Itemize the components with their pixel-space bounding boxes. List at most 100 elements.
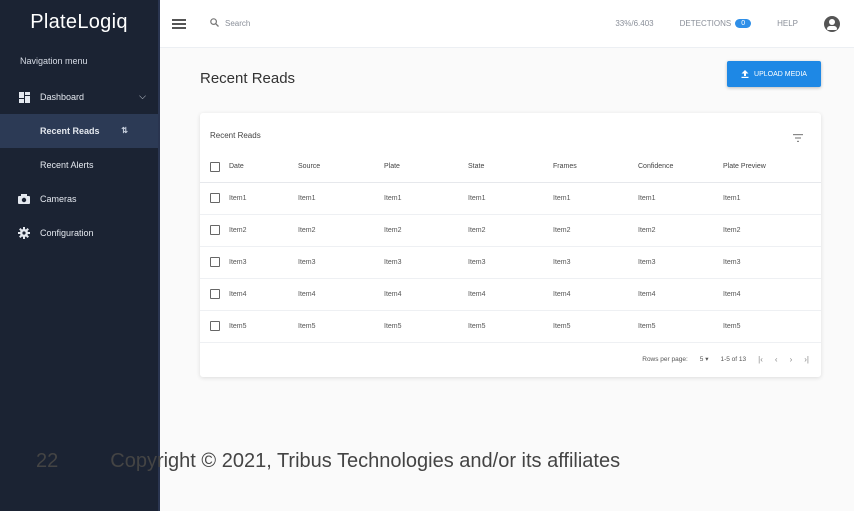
prev-page-icon[interactable]: ‹ bbox=[775, 355, 778, 364]
table-cell: Item2 bbox=[384, 214, 468, 247]
next-page-icon[interactable]: › bbox=[790, 355, 793, 364]
upload-icon bbox=[741, 70, 749, 78]
table-cell: Item1 bbox=[723, 182, 821, 215]
sidebar-item-configuration[interactable]: Configuration bbox=[0, 216, 158, 250]
header-frames[interactable]: Frames bbox=[553, 152, 638, 183]
table-cell: Item4 bbox=[723, 278, 821, 311]
sidebar-item-label: Configuration bbox=[40, 228, 94, 238]
card-title: Recent Reads bbox=[210, 131, 261, 140]
topbar: Search 33%/6.403 DETECTIONS 0 HELP bbox=[160, 0, 854, 48]
table-cell: Item3 bbox=[723, 246, 821, 279]
topbar-actions: 33%/6.403 DETECTIONS 0 HELP bbox=[615, 15, 854, 32]
search-input[interactable]: Search bbox=[225, 19, 250, 28]
table-cell: Item5 bbox=[468, 310, 553, 343]
row-checkbox[interactable] bbox=[210, 193, 220, 203]
table-row[interactable]: Item5 Item5 Item5 Item5 Item5 Item5 Item5 bbox=[200, 310, 821, 343]
row-checkbox[interactable] bbox=[210, 225, 220, 235]
table-cell: Item4 bbox=[200, 278, 298, 311]
table-cell: Item3 bbox=[638, 246, 723, 279]
table-cell: Item2 bbox=[638, 214, 723, 247]
menu-icon[interactable] bbox=[172, 17, 186, 31]
copyright-text: Copyright © 2021, Tribus Technologies an… bbox=[110, 450, 621, 472]
last-page-icon[interactable]: ›| bbox=[804, 355, 809, 364]
page-range: 1-5 of 13 bbox=[720, 355, 747, 363]
table-row[interactable]: Item3 Item3 Item3 Item3 Item3 Item3 Item3 bbox=[200, 246, 821, 279]
table-cell: Item2 bbox=[298, 214, 384, 247]
table-cell: Item4 bbox=[638, 278, 723, 311]
table-cell: Item4 bbox=[468, 278, 553, 311]
detections-button[interactable]: DETECTIONS 0 bbox=[680, 19, 752, 28]
gear-icon bbox=[18, 227, 30, 239]
row-checkbox[interactable] bbox=[210, 257, 220, 267]
sidebar-item-dashboard[interactable]: Dashboard ⌵ bbox=[0, 80, 158, 114]
account-icon[interactable] bbox=[824, 15, 840, 32]
header-plate[interactable]: Plate bbox=[384, 152, 468, 183]
table-cell: Item1 bbox=[384, 182, 468, 215]
recent-reads-card: Recent Reads Date Source Plate State Fra… bbox=[200, 113, 821, 377]
table-cell: Item1 bbox=[468, 182, 553, 215]
table-row[interactable]: Item2 Item2 Item2 Item2 Item2 Item2 Item2 bbox=[200, 214, 821, 247]
table-cell: Item2 bbox=[200, 214, 298, 247]
upload-label: UPLOAD MEDIA bbox=[754, 70, 807, 78]
table-cell: Item2 bbox=[723, 214, 821, 247]
table-cell: Item2 bbox=[468, 214, 553, 247]
rows-per-page-label: Rows per page: bbox=[642, 355, 688, 363]
table-row[interactable]: Item1 Item1 Item1 Item1 Item1 Item1 Item1 bbox=[200, 182, 821, 215]
table-header-row: Date Source Plate State Frames Confidenc… bbox=[200, 152, 821, 183]
stats-readout: 33%/6.403 bbox=[615, 19, 654, 28]
table-row[interactable]: Item4 Item4 Item4 Item4 Item4 Item4 Item4 bbox=[200, 278, 821, 311]
camera-icon bbox=[18, 193, 30, 205]
sidebar-item-label: Recent Reads bbox=[40, 126, 100, 136]
row-checkbox[interactable] bbox=[210, 321, 220, 331]
header-date[interactable]: Date bbox=[200, 152, 298, 183]
header-state[interactable]: State bbox=[468, 152, 553, 183]
search-icon bbox=[210, 18, 219, 29]
table-cell: Item3 bbox=[384, 246, 468, 279]
table-cell: Item5 bbox=[638, 310, 723, 343]
dashboard-icon bbox=[18, 91, 30, 103]
table-cell: Item4 bbox=[553, 278, 638, 311]
help-link[interactable]: HELP bbox=[777, 19, 798, 28]
upload-media-button[interactable]: UPLOAD MEDIA bbox=[727, 61, 821, 87]
table-cell: Item5 bbox=[298, 310, 384, 343]
table-cell: Item1 bbox=[638, 182, 723, 215]
table-cell: Item4 bbox=[384, 278, 468, 311]
sidebar-item-label: Cameras bbox=[40, 194, 77, 204]
pagination: Rows per page: 5 ▾ 1-5 of 13 |‹ ‹ › ›| bbox=[200, 347, 821, 371]
page-title: Recent Reads bbox=[200, 70, 296, 87]
select-all-checkbox[interactable] bbox=[210, 161, 220, 172]
table-cell: Item5 bbox=[200, 310, 298, 343]
table-cell: Item5 bbox=[723, 310, 821, 343]
sidebar-item-recent-reads[interactable]: Recent Reads ⇅ bbox=[0, 114, 158, 148]
table-cell: Item3 bbox=[468, 246, 553, 279]
page-number: 22 bbox=[36, 450, 59, 472]
table-cell: Item3 bbox=[553, 246, 638, 279]
table-cell: Item5 bbox=[384, 310, 468, 343]
search-box[interactable]: Search bbox=[210, 18, 250, 29]
nav-heading: Navigation menu bbox=[20, 56, 88, 66]
table-cell: Item4 bbox=[298, 278, 384, 311]
header-source[interactable]: Source bbox=[298, 152, 384, 183]
reads-table: Date Source Plate State Frames Confidenc… bbox=[200, 152, 821, 343]
header-plate-preview[interactable]: Plate Preview bbox=[723, 152, 821, 183]
app-title: PlateLogiq bbox=[0, 0, 158, 44]
table-cell: Item5 bbox=[553, 310, 638, 343]
filter-icon[interactable] bbox=[793, 129, 803, 147]
sidebar-item-cameras[interactable]: Cameras bbox=[0, 182, 158, 216]
sidebar-item-label: Recent Alerts bbox=[40, 160, 94, 170]
table-cell: Item1 bbox=[553, 182, 638, 215]
sidebar-item-recent-alerts[interactable]: Recent Alerts bbox=[0, 148, 158, 182]
table-cell: Item3 bbox=[298, 246, 384, 279]
header-confidence[interactable]: Confidence bbox=[638, 152, 723, 183]
sidebar: PlateLogiq Navigation menu Dashboard ⌵ R… bbox=[0, 0, 160, 511]
row-checkbox[interactable] bbox=[210, 289, 220, 299]
sidebar-item-label: Dashboard bbox=[40, 92, 85, 102]
table-cell: Item3 bbox=[200, 246, 298, 279]
slide-footer: 22 Copyright © 2021, Tribus Technologies… bbox=[36, 450, 620, 473]
table-cell: Item2 bbox=[553, 214, 638, 247]
table-cell: Item1 bbox=[298, 182, 384, 215]
first-page-icon[interactable]: |‹ bbox=[758, 355, 763, 364]
rows-per-page-select[interactable]: 5 ▾ bbox=[700, 355, 709, 363]
chevron-down-icon[interactable]: ⌵ bbox=[139, 91, 146, 102]
sort-icon: ⇅ bbox=[121, 126, 128, 135]
